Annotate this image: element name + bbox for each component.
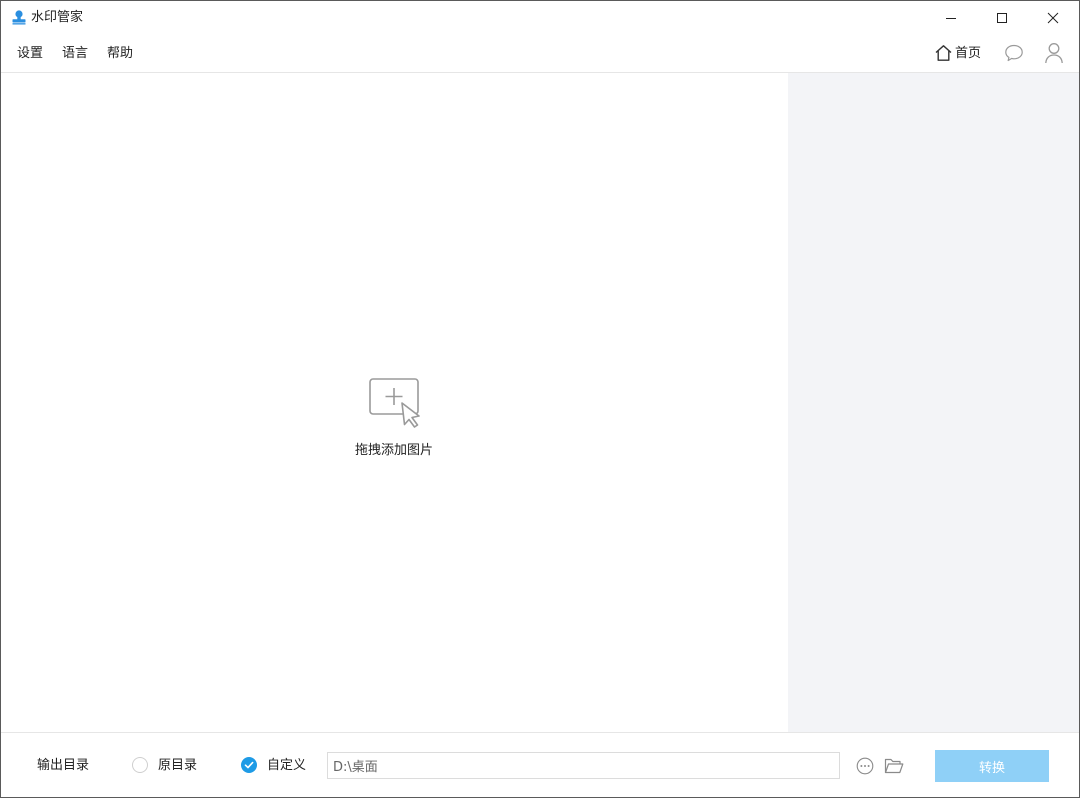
output-path-input[interactable]: [327, 752, 840, 779]
title-bar: 水印管家: [1, 1, 1079, 34]
home-icon: [935, 45, 952, 61]
add-image-dropzone[interactable]: 拖拽添加图片: [351, 378, 437, 460]
folder-open-icon[interactable]: [884, 757, 904, 775]
minimize-button[interactable]: [926, 1, 976, 34]
app-window: 水印管家 设置 语言 帮助 首页 拖拽添加图片 输出目录 原目录 自定义 D:\…: [0, 0, 1080, 798]
home-label: 首页: [955, 45, 982, 61]
menu-settings[interactable]: 设置: [17, 45, 43, 62]
menu-help[interactable]: 帮助: [107, 45, 133, 62]
maximize-icon: [997, 12, 1007, 23]
maximize-button[interactable]: [977, 1, 1027, 34]
settings-side-panel: [788, 73, 1079, 732]
close-icon: [1047, 12, 1059, 23]
close-button[interactable]: [1028, 1, 1078, 34]
output-directory-label: 输出目录: [37, 758, 90, 773]
radio-original-dir-label[interactable]: 原目录: [158, 757, 197, 774]
minimize-icon: [946, 17, 956, 19]
user-icon[interactable]: [1044, 42, 1064, 64]
radio-original-dir[interactable]: [132, 757, 148, 773]
checkmark-icon: [244, 761, 254, 769]
chat-bubble-icon[interactable]: [1004, 43, 1024, 63]
output-bar: 输出目录 原目录 自定义 转换: [1, 732, 1079, 797]
radio-custom-dir[interactable]: [241, 757, 257, 773]
more-options-icon[interactable]: [856, 757, 874, 775]
image-drop-area[interactable]: 拖拽添加图片: [1, 73, 787, 732]
home-button[interactable]: 首页: [934, 43, 981, 63]
menu-language[interactable]: 语言: [62, 45, 88, 62]
drop-hint-text: 拖拽添加图片: [354, 443, 433, 458]
radio-custom-dir-label[interactable]: 自定义: [267, 757, 306, 774]
convert-button[interactable]: 转换: [935, 750, 1049, 782]
window-title: 水印管家: [31, 10, 84, 25]
stamp-icon: [12, 10, 26, 25]
menu-bar: 设置 语言 帮助 首页: [1, 34, 1079, 73]
add-image-cursor-icon: [369, 378, 420, 428]
